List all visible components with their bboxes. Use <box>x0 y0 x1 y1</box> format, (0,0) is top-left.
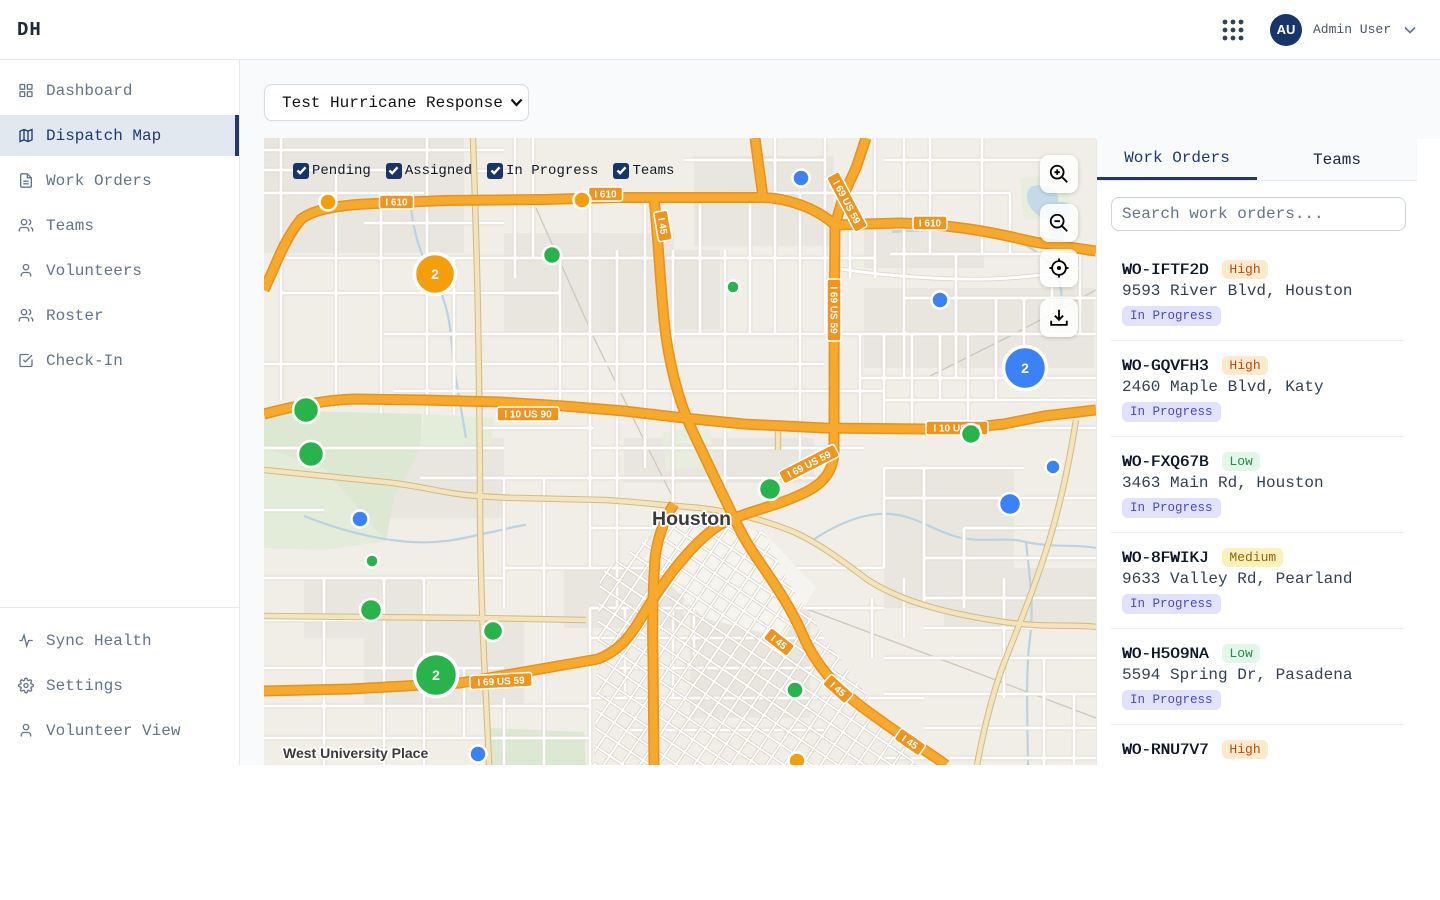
svg-text:2: 2 <box>432 667 440 683</box>
svg-text:I 610: I 610 <box>919 219 942 230</box>
svg-text:Houston: Houston <box>652 508 731 530</box>
svg-text:I 610: I 610 <box>594 190 617 201</box>
svg-text:West University Place: West University Place <box>283 745 428 761</box>
svg-text:I 10 US 90: I 10 US 90 <box>504 410 552 421</box>
svg-text:I 69 US 59: I 69 US 59 <box>827 286 838 334</box>
svg-text:2: 2 <box>1021 360 1029 376</box>
svg-text:I 610: I 610 <box>385 198 408 209</box>
svg-text:2: 2 <box>431 266 439 282</box>
